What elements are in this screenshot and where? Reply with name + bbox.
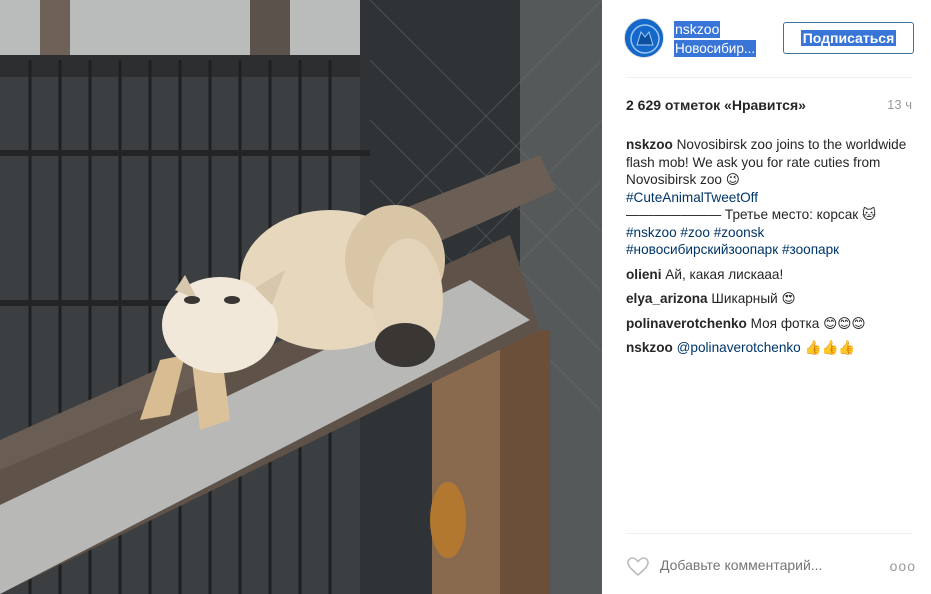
comments-list: nskzoo Novosibirsk zoo joins to the worl… xyxy=(626,136,912,364)
comment-text: Моя фотка 😊😊😊 xyxy=(750,315,866,331)
hashtag-link[interactable]: #зоопарк xyxy=(782,242,839,257)
more-options-icon[interactable]: ooo xyxy=(890,558,916,574)
location-link[interactable]: Новосибир... xyxy=(674,40,757,57)
post-details-panel: nskzoo Новосибир... Подписаться 2 629 от… xyxy=(602,0,931,594)
caption-username[interactable]: nskzoo xyxy=(626,137,673,152)
follow-button[interactable]: Подписаться xyxy=(783,22,914,54)
comment-text: 👍👍👍 xyxy=(804,340,856,355)
comment-username[interactable]: olieni xyxy=(626,267,662,282)
post-header: nskzoo Новосибир... Подписаться xyxy=(624,18,916,60)
comment-username[interactable]: polinaverotchenko xyxy=(626,316,747,331)
username-link[interactable]: nskzoo xyxy=(674,21,721,38)
hashtag-link[interactable]: #zoo xyxy=(680,225,709,240)
wolf-logo-icon xyxy=(625,19,663,57)
hashtag-link[interactable]: #zoonsk xyxy=(714,225,765,240)
post-photo[interactable] xyxy=(0,0,602,594)
comment-input[interactable] xyxy=(660,557,880,573)
caption-line2: ——————— Третье место: корсак 🐱 xyxy=(626,207,877,222)
comment-username[interactable]: nskzoo xyxy=(626,340,673,355)
corsac-fox-photo xyxy=(0,0,602,594)
comment-text: Шикарный 😍 xyxy=(711,291,796,306)
footer-divider xyxy=(626,533,912,534)
post-time[interactable]: 13 ч xyxy=(887,97,912,112)
like-heart-icon[interactable] xyxy=(626,555,650,579)
hashtag-link[interactable]: #CuteAnimalTweetOff xyxy=(626,190,758,205)
mention-link[interactable]: @polinaverotchenko xyxy=(677,340,801,355)
avatar[interactable] xyxy=(624,18,664,58)
header-divider xyxy=(626,77,912,78)
follow-button-label: Подписаться xyxy=(800,30,897,46)
list-item: polinaverotchenko Моя фотка 😊😊😊 xyxy=(626,315,912,333)
user-block: nskzoo Новосибир... xyxy=(674,21,779,58)
list-item: olieni Ай, какая лискааа! xyxy=(626,266,912,284)
hashtag-link[interactable]: #nskzoo xyxy=(626,225,677,240)
caption: nskzoo Novosibirsk zoo joins to the worl… xyxy=(626,136,912,259)
comment-bar: ooo xyxy=(626,555,916,579)
comment-text: Ай, какая лискааа! xyxy=(665,266,784,282)
list-item: nskzoo @polinaverotchenko 👍👍👍 xyxy=(626,339,912,357)
likes-row: 2 629 отметок «Нравится» 13 ч xyxy=(626,97,912,115)
likes-count[interactable]: 2 629 отметок «Нравится» xyxy=(626,97,806,113)
comment-username[interactable]: elya_arizona xyxy=(626,291,708,306)
hashtag-link[interactable]: #новосибирскийзоопарк xyxy=(626,242,778,257)
list-item: elya_arizona Шикарный 😍 xyxy=(626,290,912,308)
